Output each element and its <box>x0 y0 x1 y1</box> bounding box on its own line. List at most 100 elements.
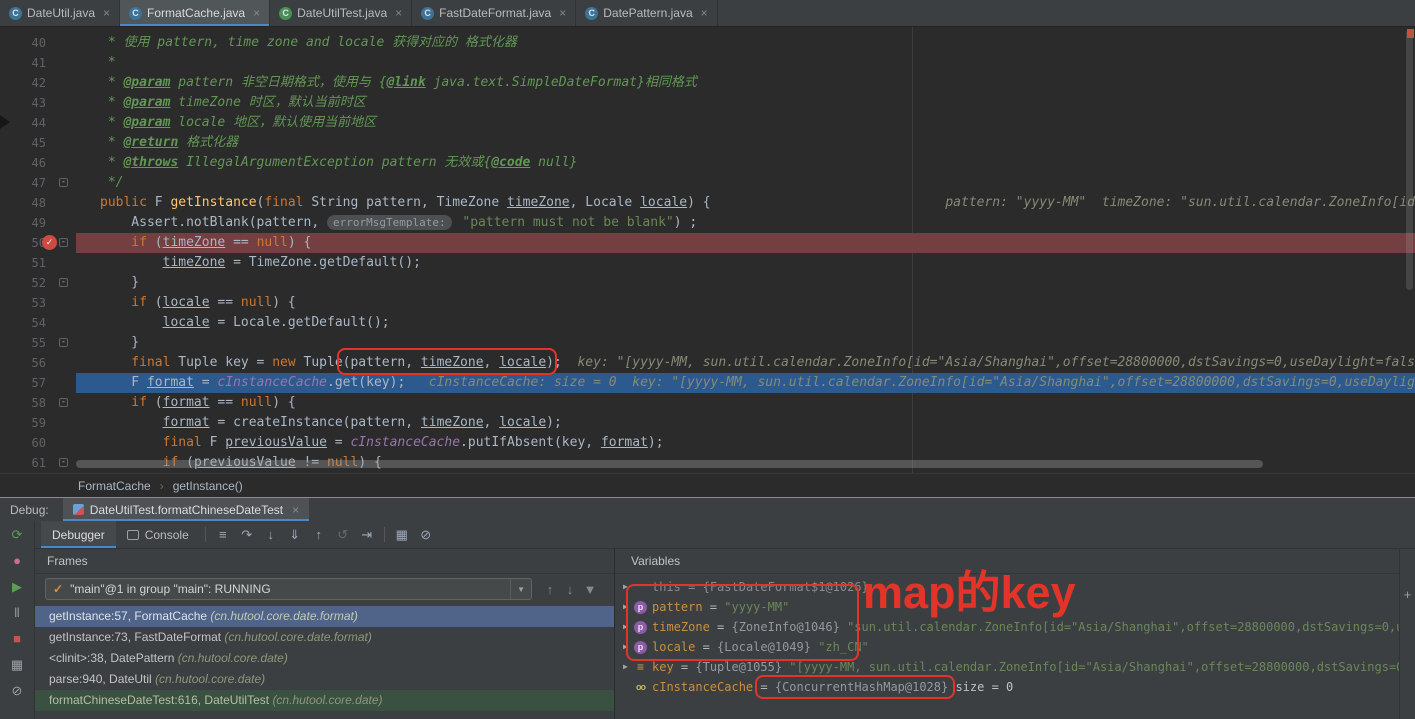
expand-arrow-icon[interactable]: ▶ <box>623 577 634 597</box>
code-line-44[interactable]: 44 * @param locale 地区，默认使用当前地区 <box>0 113 1415 133</box>
thread-selector[interactable]: ✓ "main"@1 in group "main": RUNNING ▼ <box>45 578 532 600</box>
vertical-scrollbar[interactable] <box>1406 30 1413 290</box>
close-tab-icon[interactable]: × <box>395 6 402 20</box>
resume-icon[interactable]: ▶ <box>12 580 22 594</box>
line-number[interactable]: 48 <box>0 193 46 213</box>
code-line-50[interactable]: 50-✓ if (timeZone == null) { <box>0 233 1415 253</box>
pause-icon[interactable]: Ⅱ <box>14 606 20 620</box>
drop-frame-icon[interactable]: ↺ <box>331 527 355 543</box>
fold-icon[interactable]: - <box>59 458 68 467</box>
hide-library-frames-icon[interactable]: ▼ <box>580 582 600 597</box>
frame-row[interactable]: getInstance:57, FormatCache (cn.hutool.c… <box>35 606 614 627</box>
rerun-icon[interactable]: ⟳ <box>12 528 23 542</box>
rerun-failed-icon[interactable]: ● <box>13 554 21 568</box>
code-editor[interactable]: 40 * 使用 pattern, time zone and locale 获得… <box>0 27 1415 473</box>
previous-frame-icon[interactable]: ↑ <box>540 582 560 597</box>
code-line-59[interactable]: 59 format = createInstance(pattern, time… <box>0 413 1415 433</box>
line-number[interactable]: 43 <box>0 93 46 113</box>
fold-icon[interactable]: - <box>59 398 68 407</box>
breadcrumb-method[interactable]: getInstance() <box>173 479 243 493</box>
code-line-43[interactable]: 43 * @param timeZone 时区，默认当前时区 <box>0 93 1415 113</box>
code-line-57[interactable]: 57 F format = cInstanceCache.get(key); c… <box>0 373 1415 393</box>
close-tab-icon[interactable]: × <box>701 6 708 20</box>
editor-tab-formatcache-java[interactable]: CFormatCache.java× <box>120 0 270 26</box>
code-line-45[interactable]: 45 * @return 格式化器 <box>0 133 1415 153</box>
frame-row[interactable]: formatChineseDateTest:616, DateUtilTest … <box>35 690 614 711</box>
line-number[interactable]: 57 <box>0 373 46 393</box>
code-line-49[interactable]: 49 Assert.notBlank(pattern, errorMsgTemp… <box>0 213 1415 233</box>
line-number[interactable]: 41 <box>0 53 46 73</box>
line-number[interactable]: 42 <box>0 73 46 93</box>
next-frame-icon[interactable]: ↓ <box>560 582 580 597</box>
step-over-icon[interactable]: ↷ <box>235 527 259 543</box>
close-tab-icon[interactable]: × <box>559 6 566 20</box>
variable-row-key[interactable]: ▶≡key = {Tuple@1055} "[yyyy-MM, sun.util… <box>615 657 1399 677</box>
force-step-into-icon[interactable]: ⇓ <box>283 527 307 543</box>
add-watch-icon[interactable]: + <box>1404 587 1412 602</box>
close-tab-icon[interactable]: × <box>103 6 110 20</box>
mute-breakpoints-strip-icon[interactable]: ⊘ <box>12 684 23 698</box>
line-number[interactable]: 55 <box>0 333 46 353</box>
variable-row-this[interactable]: ▶this = {FastDateFormat$1@1026} <box>615 577 1399 597</box>
line-number[interactable]: 46 <box>0 153 46 173</box>
code-line-58[interactable]: 58- if (format == null) { <box>0 393 1415 413</box>
fold-icon[interactable]: - <box>59 278 68 287</box>
frame-row[interactable]: <clinit>:38, DatePattern (cn.hutool.core… <box>35 648 614 669</box>
code-line-54[interactable]: 54 locale = Locale.getDefault(); <box>0 313 1415 333</box>
line-number[interactable]: 52 <box>0 273 46 293</box>
breadcrumb-class[interactable]: FormatCache <box>78 479 151 493</box>
expand-arrow-icon[interactable]: ▶ <box>623 657 634 677</box>
line-number[interactable]: 51 <box>0 253 46 273</box>
breakpoint-icon[interactable]: ✓ <box>42 235 57 250</box>
hamburger-menu-icon[interactable]: ≡ <box>211 527 235 542</box>
frame-row[interactable]: parse:940, DateUtil (cn.hutool.core.date… <box>35 669 614 690</box>
horizontal-scrollbar[interactable] <box>76 460 1263 468</box>
expand-arrow-icon[interactable]: ▶ <box>623 597 634 617</box>
editor-tab-dateutiltest-java[interactable]: CDateUtilTest.java× <box>270 0 412 26</box>
chevron-down-icon[interactable]: ▼ <box>510 579 531 599</box>
step-out-icon[interactable]: ↑ <box>307 527 331 542</box>
view-breakpoints-icon[interactable]: ▦ <box>390 527 414 543</box>
step-into-icon[interactable]: ↓ <box>259 527 283 542</box>
line-number[interactable]: 61 <box>0 453 46 473</box>
code-line-47[interactable]: 47- */ <box>0 173 1415 193</box>
code-line-46[interactable]: 46 * @throws IllegalArgumentException pa… <box>0 153 1415 173</box>
code-line-42[interactable]: 42 * @param pattern 非空日期格式，使用与 {@link ja… <box>0 73 1415 93</box>
line-number[interactable]: 49 <box>0 213 46 233</box>
code-line-56[interactable]: 56 final Tuple key = new Tuple(pattern, … <box>0 353 1415 373</box>
editor-tab-dateutil-java[interactable]: CDateUtil.java× <box>0 0 120 26</box>
fold-icon[interactable]: - <box>59 338 68 347</box>
editor-tab-datepattern-java[interactable]: CDatePattern.java× <box>576 0 717 26</box>
code-line-60[interactable]: 60 final F previousValue = cInstanceCach… <box>0 433 1415 453</box>
line-number[interactable]: 60 <box>0 433 46 453</box>
fold-icon[interactable]: - <box>59 178 68 187</box>
line-number[interactable]: 58 <box>0 393 46 413</box>
code-line-41[interactable]: 41 * <box>0 53 1415 73</box>
tab-debugger[interactable]: Debugger <box>41 521 116 548</box>
variable-row-cInstanceCache[interactable]: ▶oocInstanceCache = {ConcurrentHashMap@1… <box>615 677 1399 697</box>
variable-row-timeZone[interactable]: ▶ptimeZone = {ZoneInfo@1046} "sun.util.c… <box>615 617 1399 637</box>
line-number[interactable]: 45 <box>0 133 46 153</box>
code-line-53[interactable]: 53 if (locale == null) { <box>0 293 1415 313</box>
expand-arrow-icon[interactable]: ▶ <box>623 617 634 637</box>
line-number[interactable]: 56 <box>0 353 46 373</box>
code-line-40[interactable]: 40 * 使用 pattern, time zone and locale 获得… <box>0 33 1415 53</box>
debug-session-tab[interactable]: DateUtilTest.formatChineseDateTest × <box>63 498 309 521</box>
tab-console[interactable]: Console <box>116 521 200 548</box>
line-number[interactable]: 40 <box>0 33 46 53</box>
mute-breakpoints-icon[interactable]: ⊘ <box>414 527 438 543</box>
close-session-icon[interactable]: × <box>292 503 299 517</box>
editor-tab-fastdateformat-java[interactable]: CFastDateFormat.java× <box>412 0 576 26</box>
frame-row[interactable]: getInstance:73, FastDateFormat (cn.hutoo… <box>35 627 614 648</box>
expand-arrow-icon[interactable]: ▶ <box>623 637 634 657</box>
line-number[interactable]: 53 <box>0 293 46 313</box>
code-line-51[interactable]: 51 timeZone = TimeZone.getDefault(); <box>0 253 1415 273</box>
line-number[interactable]: 54 <box>0 313 46 333</box>
variable-row-locale[interactable]: ▶plocale = {Locale@1049} "zh_CN" <box>615 637 1399 657</box>
code-line-48[interactable]: 48public F getInstance(final String patt… <box>0 193 1415 213</box>
view-breakpoints-strip-icon[interactable]: ▦ <box>11 658 23 672</box>
code-line-52[interactable]: 52- } <box>0 273 1415 293</box>
line-number[interactable]: 50 <box>0 233 46 253</box>
code-line-55[interactable]: 55- } <box>0 333 1415 353</box>
line-number[interactable]: 59 <box>0 413 46 433</box>
